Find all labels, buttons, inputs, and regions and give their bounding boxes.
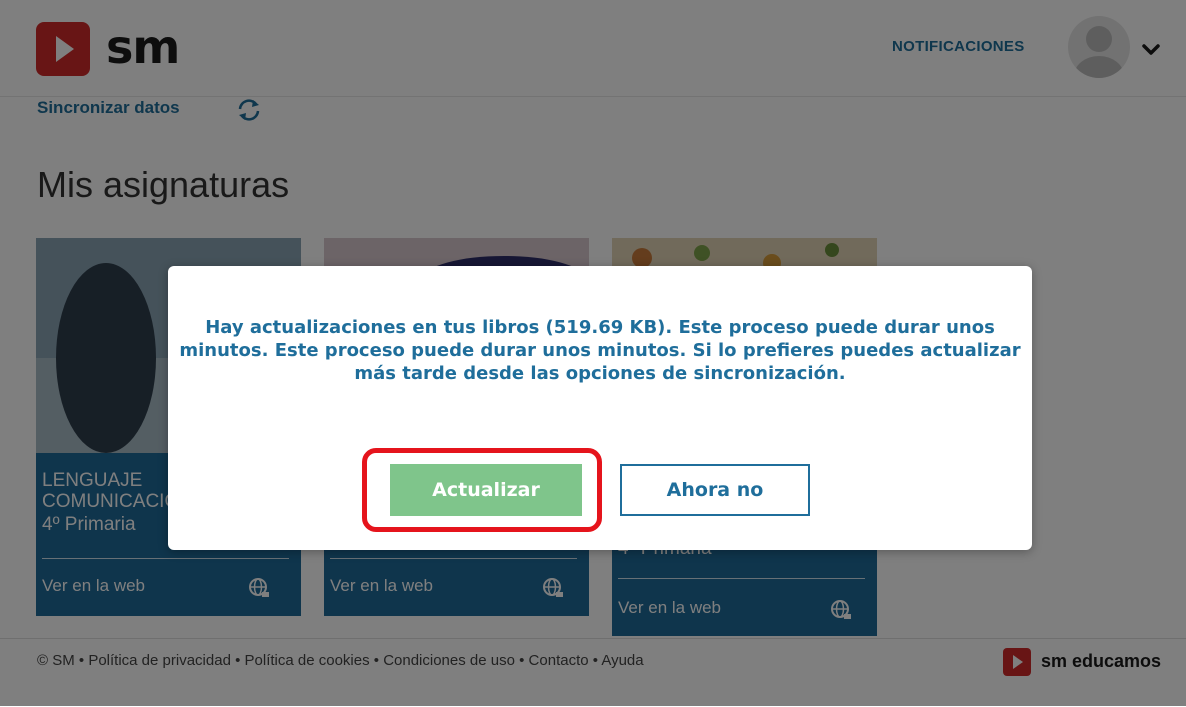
not-now-button[interactable]: Ahora no: [620, 464, 810, 516]
update-message: Hay actualizaciones en tus libros (519.6…: [179, 317, 1021, 384]
highlight-annotation: [362, 448, 602, 532]
